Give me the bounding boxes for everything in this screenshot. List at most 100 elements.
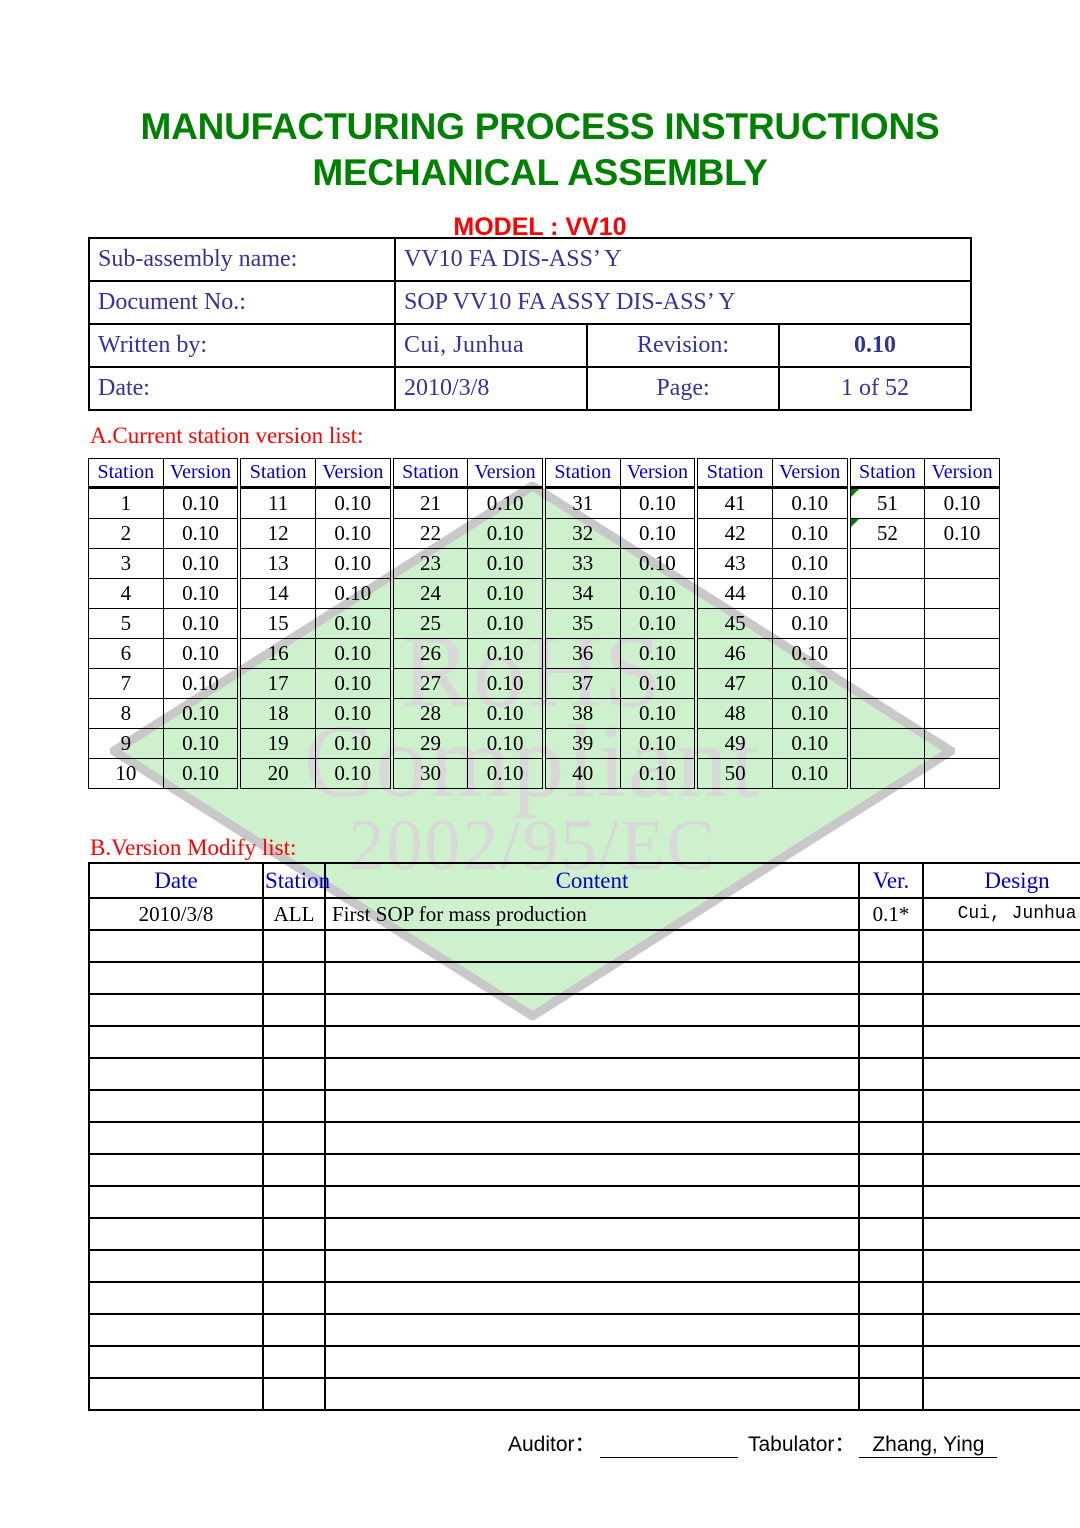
design-cell-empty[interactable] — [922, 1377, 1080, 1411]
design-cell-empty[interactable] — [922, 961, 1080, 995]
station-cell-empty[interactable] — [262, 961, 326, 995]
ver-cell-empty[interactable] — [858, 1089, 924, 1123]
table-row[interactable] — [88, 1089, 1080, 1123]
date-cell-empty[interactable] — [88, 1057, 264, 1091]
content-cell-empty[interactable] — [324, 1153, 860, 1187]
ver-cell-empty[interactable] — [858, 1121, 924, 1155]
ver-cell-empty[interactable] — [858, 1057, 924, 1091]
content-cell-empty[interactable] — [324, 961, 860, 995]
date-cell-empty[interactable] — [88, 1089, 264, 1123]
date-cell-empty[interactable] — [88, 929, 264, 963]
design-cell-empty[interactable] — [922, 1345, 1080, 1379]
ver-cell-empty[interactable] — [858, 929, 924, 963]
station-cell-empty[interactable] — [262, 1089, 326, 1123]
station-cell-empty[interactable] — [262, 1217, 326, 1251]
ver-column-header: Ver. — [858, 862, 924, 899]
ver-cell-empty[interactable] — [858, 1313, 924, 1347]
content-cell-empty[interactable] — [324, 1025, 860, 1059]
date-cell-empty[interactable] — [88, 993, 264, 1027]
table-row[interactable] — [88, 1057, 1080, 1091]
content-cell-empty[interactable] — [324, 1089, 860, 1123]
table-row[interactable] — [88, 1025, 1080, 1059]
design-cell-empty[interactable] — [922, 1249, 1080, 1283]
table-row: Document No.: SOP VV10 FA ASSY DIS-ASS’ … — [88, 280, 972, 325]
design-cell-empty[interactable] — [922, 1281, 1080, 1315]
table-row[interactable] — [88, 993, 1080, 1027]
design-cell-empty[interactable] — [922, 1121, 1080, 1155]
table-row[interactable] — [88, 1217, 1080, 1251]
tabulator-signature-field[interactable]: Zhang, Ying — [859, 1432, 998, 1458]
ver-cell-empty[interactable] — [858, 1217, 924, 1251]
ver-cell-empty[interactable] — [858, 961, 924, 995]
station-cell-empty[interactable] — [262, 1249, 326, 1283]
content-cell-empty[interactable] — [324, 1313, 860, 1347]
date-cell-empty[interactable] — [88, 1281, 264, 1315]
date-cell-empty[interactable] — [88, 1313, 264, 1347]
date-cell-empty[interactable] — [88, 1025, 264, 1059]
station-cell-empty[interactable] — [262, 1057, 326, 1091]
station-cell-empty[interactable] — [262, 929, 326, 963]
date-cell-empty[interactable] — [88, 961, 264, 995]
design-cell-empty[interactable] — [922, 1217, 1080, 1251]
station-cell-empty[interactable] — [262, 1025, 326, 1059]
design-cell-empty[interactable] — [922, 1057, 1080, 1091]
table-row[interactable] — [88, 1345, 1080, 1379]
station-cell-empty[interactable] — [262, 1121, 326, 1155]
design-cell-empty[interactable] — [922, 993, 1080, 1027]
date-cell-empty[interactable] — [88, 1185, 264, 1219]
ver-cell-empty[interactable] — [858, 1185, 924, 1219]
page-title: MANUFACTURING PROCESS INSTRUCTIONS MECHA… — [0, 104, 1080, 197]
ver-cell-empty[interactable] — [858, 1153, 924, 1187]
design-cell-empty[interactable] — [922, 1153, 1080, 1187]
date-cell-empty[interactable] — [88, 1249, 264, 1283]
table-row[interactable] — [88, 1313, 1080, 1347]
date-cell-empty[interactable] — [88, 1217, 264, 1251]
content-cell-empty[interactable] — [324, 1217, 860, 1251]
table-row[interactable] — [88, 1185, 1080, 1219]
station-cell-empty[interactable] — [262, 993, 326, 1027]
design-cell-empty[interactable] — [922, 1313, 1080, 1347]
content-cell-empty[interactable] — [324, 1249, 860, 1283]
station-cell-empty[interactable] — [262, 1345, 326, 1379]
design-cell-empty[interactable] — [922, 1089, 1080, 1123]
date-cell-empty[interactable] — [88, 1121, 264, 1155]
ver-cell-empty[interactable] — [858, 1281, 924, 1315]
content-cell-empty[interactable] — [324, 1185, 860, 1219]
date-cell-empty[interactable] — [88, 1345, 264, 1379]
station-cell: 26 — [389, 638, 469, 669]
ver-cell-empty[interactable] — [858, 1377, 924, 1411]
station-cell-empty[interactable] — [262, 1377, 326, 1411]
ver-cell-empty[interactable] — [858, 1345, 924, 1379]
table-row[interactable] — [88, 1249, 1080, 1283]
content-cell-empty[interactable] — [324, 1057, 860, 1091]
content-cell-empty[interactable] — [324, 1345, 860, 1379]
station-cell-empty[interactable] — [262, 1153, 326, 1187]
station-table-head: Station Version Station Version Station Versi… — [88, 458, 1000, 489]
date-cell-empty[interactable] — [88, 1377, 264, 1411]
content-cell-empty[interactable] — [324, 1281, 860, 1315]
station-cell-empty[interactable] — [262, 1281, 326, 1315]
table-row[interactable] — [88, 1153, 1080, 1187]
content-cell-empty[interactable] — [324, 993, 860, 1027]
design-cell-empty[interactable] — [922, 1185, 1080, 1219]
ver-cell-empty[interactable] — [858, 1025, 924, 1059]
design-cell-empty[interactable] — [922, 929, 1080, 963]
ver-cell-empty[interactable] — [858, 1249, 924, 1283]
version-cell: 0.10 — [467, 518, 545, 549]
version-cell: 0.10 — [467, 638, 545, 669]
content-cell-empty[interactable] — [324, 929, 860, 963]
ver-cell-empty[interactable] — [858, 993, 924, 1027]
station-cell — [846, 548, 926, 579]
content-cell-empty[interactable] — [324, 1121, 860, 1155]
table-row[interactable] — [88, 961, 1080, 995]
station-cell-empty[interactable] — [262, 1313, 326, 1347]
table-row[interactable] — [88, 1121, 1080, 1155]
design-cell-empty[interactable] — [922, 1025, 1080, 1059]
table-row[interactable] — [88, 929, 1080, 963]
content-cell-empty[interactable] — [324, 1377, 860, 1411]
auditor-signature-field[interactable] — [599, 1432, 738, 1458]
station-cell-empty[interactable] — [262, 1185, 326, 1219]
date-cell-empty[interactable] — [88, 1153, 264, 1187]
table-row[interactable] — [88, 1281, 1080, 1315]
table-row[interactable] — [88, 1377, 1080, 1411]
